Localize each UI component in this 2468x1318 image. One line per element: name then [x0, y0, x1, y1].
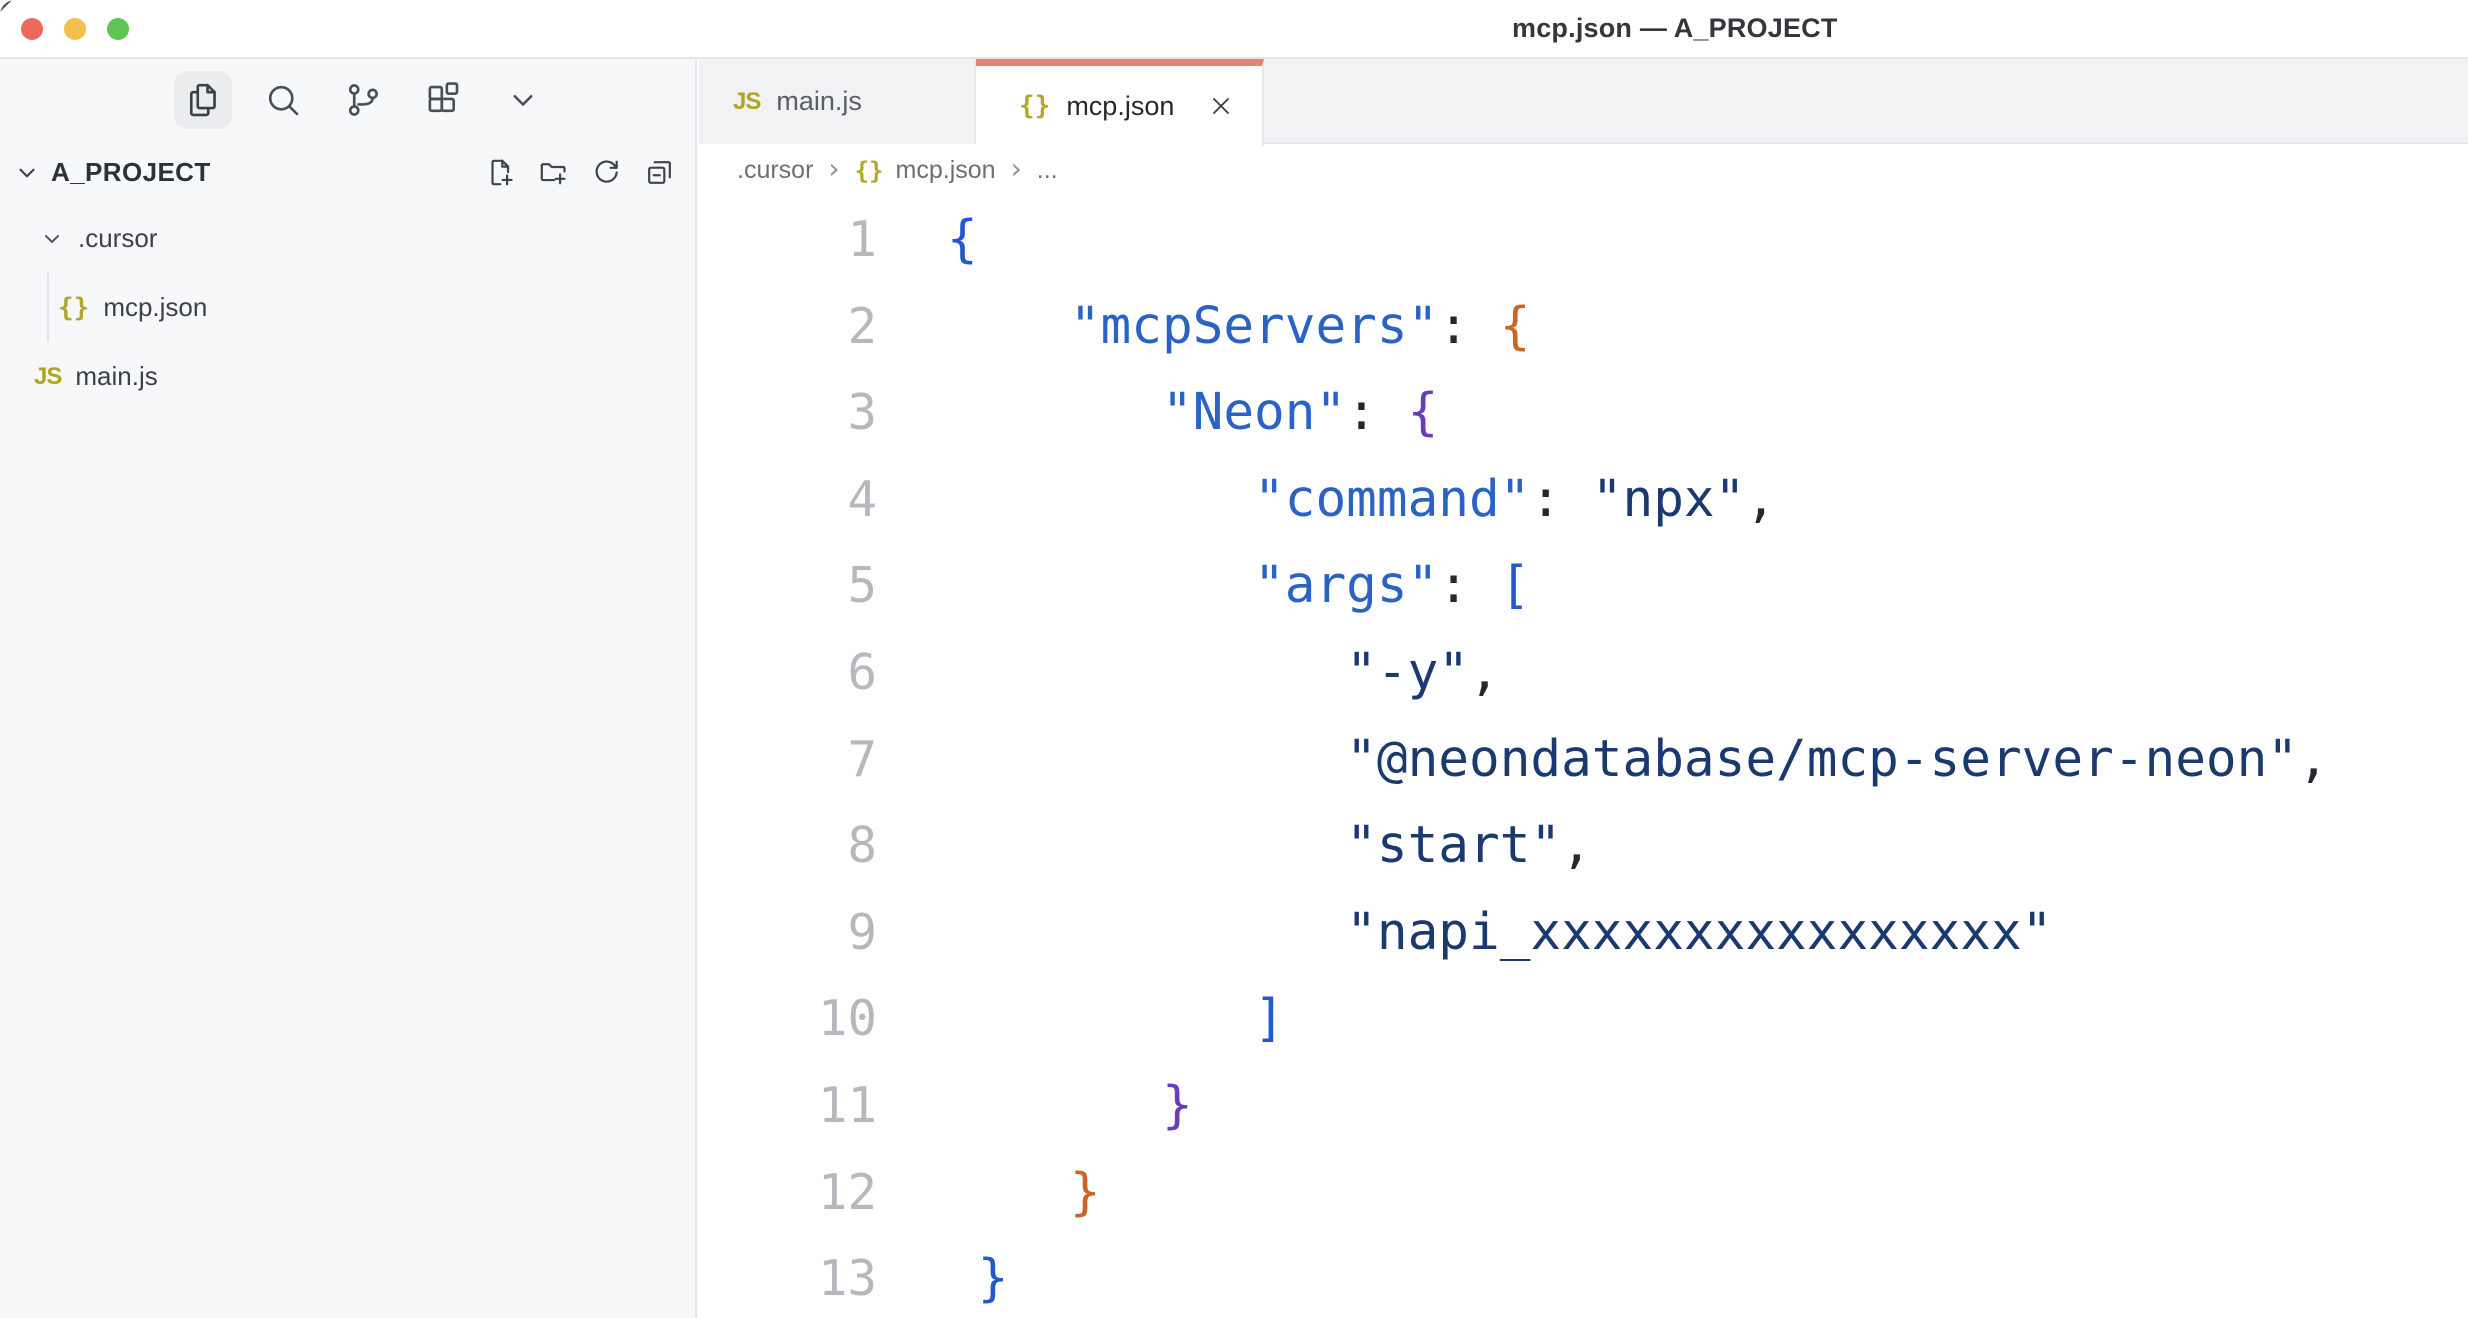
code-line-content: "command": "npx",	[947, 457, 1776, 544]
line-number: 5	[699, 543, 877, 630]
breadcrumb: .cursor › {} mcp.json ›...	[699, 144, 2468, 197]
code-line-content: }	[947, 1150, 1101, 1237]
breadcrumb-item[interactable]: ...	[1037, 156, 1058, 185]
line-number: 1	[699, 197, 877, 284]
code-line[interactable]: 2 "mcpServers": {	[699, 284, 2468, 371]
close-tab-icon[interactable]	[1204, 89, 1238, 123]
breadcrumb-item[interactable]: .cursor	[737, 156, 813, 185]
window-title: mcp.json — A_PROJECT	[1512, 0, 1838, 57]
explorer-files-icon[interactable]	[174, 71, 232, 129]
tab-mcp-json[interactable]: {} mcp.json	[976, 59, 1264, 146]
code-line[interactable]: 3 "Neon": {	[699, 370, 2468, 457]
tree-item-mcp-json[interactable]: {} mcp.json	[0, 273, 695, 342]
new-folder-icon[interactable]	[535, 155, 571, 191]
tree-item-main-js[interactable]: JS main.js	[0, 342, 695, 411]
line-number: 7	[699, 717, 877, 804]
app-window: mcp.json — A_PROJECT A_PROJECT .cursor {}…	[0, 0, 2468, 1318]
js-file-icon: JS	[34, 363, 61, 391]
code-line[interactable]: 10 ]	[699, 976, 2468, 1063]
code-line[interactable]: 13 }	[699, 1236, 2468, 1318]
traffic-lights	[21, 18, 129, 40]
line-number: 11	[699, 1063, 877, 1150]
line-number: 10	[699, 976, 877, 1063]
code-line-content: ]	[947, 976, 1285, 1063]
tab-strip: JS main.js {} mcp.json	[699, 59, 2468, 144]
line-number: 13	[699, 1236, 877, 1318]
line-number: 3	[699, 370, 877, 457]
line-number: 9	[699, 890, 877, 977]
minimize-window-button[interactable]	[64, 18, 86, 40]
tree-item-label: main.js	[75, 361, 157, 392]
code-line[interactable]: 8 "start",	[699, 803, 2468, 890]
breadcrumb-label: .cursor	[737, 156, 813, 185]
explorer-root-label: A_PROJECT	[51, 157, 211, 188]
code-line-content: "@neondatabase/mcp-server-neon",	[947, 717, 2329, 804]
code-line-content: "Neon": {	[947, 370, 1438, 457]
breadcrumb-item[interactable]: {} mcp.json	[855, 156, 996, 185]
explorer-actions	[482, 141, 677, 204]
tab-label: main.js	[776, 86, 862, 117]
indent-guide	[47, 273, 49, 342]
line-number: 8	[699, 803, 877, 890]
code-line[interactable]: 7 "@neondatabase/mcp-server-neon",	[699, 717, 2468, 804]
breadcrumb-separator-icon: ›	[1011, 155, 1022, 183]
search-icon[interactable]	[254, 71, 312, 129]
code-line[interactable]: 6 "-y",	[699, 630, 2468, 717]
file-tree: .cursor {} mcp.json JS main.js	[0, 204, 695, 411]
breadcrumb-label: ...	[1037, 156, 1058, 185]
titlebar: mcp.json — A_PROJECT	[0, 0, 2468, 59]
code-line-content: {	[947, 197, 978, 284]
json-file-icon: {}	[855, 157, 884, 185]
tree-item-label: .cursor	[78, 223, 157, 254]
code-line-content: }	[947, 1236, 1008, 1318]
refresh-icon[interactable]	[588, 155, 624, 191]
js-file-icon: JS	[733, 88, 760, 116]
code-line-content: }	[947, 1063, 1193, 1150]
sidebar-toolbar	[0, 59, 695, 141]
zoom-window-button[interactable]	[107, 18, 129, 40]
extensions-icon[interactable]	[414, 71, 472, 129]
editor-area: JS main.js {} mcp.json .cursor › {} mcp.json ›.…	[699, 59, 2468, 1318]
code-line-content: "args": [	[947, 543, 1530, 630]
code-line[interactable]: 4 "command": "npx",	[699, 457, 2468, 544]
code-line-content: "napi_xxxxxxxxxxxxxxxx"	[947, 890, 2052, 977]
code-line[interactable]: 1{	[699, 197, 2468, 284]
close-window-button[interactable]	[21, 18, 43, 40]
code-line[interactable]: 12 }	[699, 1150, 2468, 1237]
explorer-header[interactable]: A_PROJECT	[0, 141, 695, 204]
line-number: 2	[699, 284, 877, 371]
code-line[interactable]: 9 "napi_xxxxxxxxxxxxxxxx"	[699, 890, 2468, 977]
sidebar: A_PROJECT .cursor {} mcp.json JS main.js	[0, 59, 697, 1318]
breadcrumb-label: mcp.json	[896, 156, 996, 185]
line-number: 4	[699, 457, 877, 544]
breadcrumb-separator-icon: ›	[828, 155, 839, 183]
new-file-icon[interactable]	[482, 155, 518, 191]
json-file-icon: {}	[1019, 91, 1050, 121]
tree-item-cursor[interactable]: .cursor	[0, 204, 695, 273]
chevron-down-icon	[14, 160, 40, 186]
code-line[interactable]: 5 "args": [	[699, 543, 2468, 630]
code-editor[interactable]: 1{2 "mcpServers": {3 "Neon": {4 "command…	[699, 197, 2468, 1318]
code-line-content: "-y",	[947, 630, 1500, 717]
tab-main-js[interactable]: JS main.js	[699, 59, 976, 144]
tab-label: mcp.json	[1066, 91, 1174, 122]
more-views-chevron-icon[interactable]	[494, 71, 552, 129]
line-number: 12	[699, 1150, 877, 1237]
code-line-content: "start",	[947, 803, 1592, 890]
line-number: 6	[699, 630, 877, 717]
chevron-down-icon	[40, 227, 64, 251]
json-file-icon: {}	[58, 293, 89, 323]
source-control-icon[interactable]	[334, 71, 392, 129]
window-corner	[0, 0, 22, 22]
collapse-all-icon[interactable]	[641, 155, 677, 191]
code-line[interactable]: 11 }	[699, 1063, 2468, 1150]
tree-item-label: mcp.json	[103, 292, 207, 323]
code-line-content: "mcpServers": {	[947, 284, 1530, 371]
